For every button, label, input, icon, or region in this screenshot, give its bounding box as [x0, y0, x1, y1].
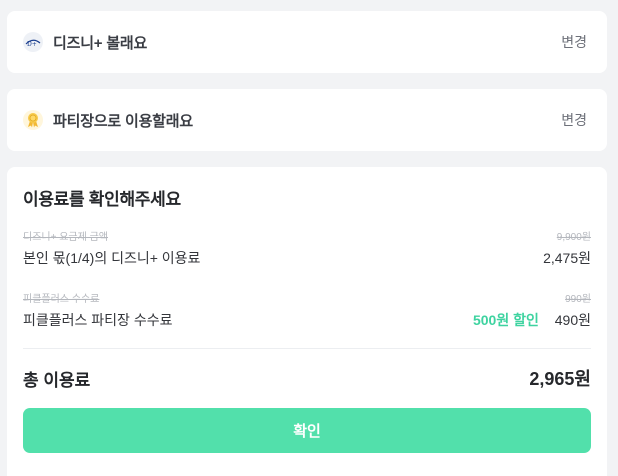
- commission-price-group: 500원 할인 490원: [473, 310, 591, 330]
- total-row: 총 이용료 2,965원: [23, 365, 591, 391]
- subscription-original-label: 디즈니+ 요금제 금액: [23, 231, 108, 243]
- role-card: 파티장으로 이용할래요 변경: [7, 89, 607, 151]
- service-card: D+ 디즈니+ 볼래요 변경: [7, 11, 607, 73]
- commission-price: 490원: [554, 312, 591, 328]
- total-label: 총 이용료: [23, 370, 91, 390]
- svg-text:D+: D+: [27, 41, 37, 47]
- service-change-button[interactable]: 변경: [561, 32, 587, 52]
- fee-title: 이용료를 확인해주세요: [23, 190, 181, 209]
- subscription-label: 본인 몫(1/4)의 디즈니+ 이용료: [23, 250, 201, 266]
- commission-row: 피클플러스 파티장 수수료 500원 할인 490원: [23, 311, 591, 329]
- commission-original-label: 피클플러스 수수료: [23, 293, 100, 305]
- total-value: 2,965원: [529, 369, 591, 389]
- fee-summary-card: 이용료를 확인해주세요 디즈니+ 요금제 금액 9,900원 본인 몫(1/4)…: [7, 167, 607, 476]
- commission-original-price: 990원: [565, 293, 591, 305]
- role-change-button[interactable]: 변경: [561, 110, 587, 130]
- disney-plus-logo-icon: D+: [23, 32, 43, 52]
- confirm-button[interactable]: 확인: [23, 408, 591, 453]
- subscription-row: 본인 몫(1/4)의 디즈니+ 이용료 2,475원: [23, 249, 591, 267]
- commission-label: 피클플러스 파티장 수수료: [23, 312, 173, 328]
- role-title: 파티장으로 이용할래요: [53, 112, 193, 130]
- subscription-original-row: 디즈니+ 요금제 금액 9,900원: [23, 229, 591, 243]
- subscription-original-price: 9,900원: [556, 231, 591, 243]
- medal-icon: [23, 110, 43, 130]
- service-title: 디즈니+ 볼래요: [53, 34, 148, 52]
- commission-original-row: 피클플러스 수수료 990원: [23, 291, 591, 305]
- subscription-price: 2,475원: [543, 250, 591, 266]
- divider: [23, 348, 591, 349]
- discount-badge: 500원 할인: [472, 312, 539, 328]
